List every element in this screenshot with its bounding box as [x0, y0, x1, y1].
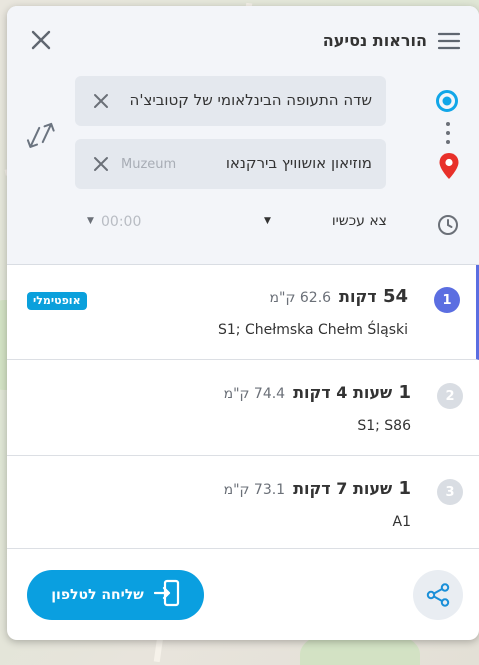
distance-value: 73.1 [253, 482, 286, 498]
departure-mode-label: צא עכשיו [331, 213, 387, 229]
distance-unit: ק"מ [223, 482, 250, 498]
origin-circle-icon [435, 89, 459, 113]
directions-form: הוראות נסיעה שדה התעופה הבינלאומי של קטו… [7, 6, 479, 265]
route-distance: 74.4 ק"מ [224, 386, 286, 402]
origin-input[interactable]: שדה התעופה הבינלאומי של קטוביצ'ה [130, 91, 372, 109]
duration-unit: דקות [339, 287, 377, 306]
duration-number: 54 [382, 286, 408, 307]
page-title: הוראות נסיעה [322, 31, 427, 50]
clear-destination-icon[interactable] [89, 152, 113, 176]
duration-unit: שעות 7 דקות [293, 479, 393, 498]
distance-value: 62.6 [299, 290, 332, 306]
clear-origin-icon[interactable] [89, 89, 113, 113]
route-distance: 73.1 ק"מ [224, 482, 286, 498]
route-duration: 1 שעות 4 דקות [293, 382, 411, 403]
route-summary: 1 שעות 7 דקות 73.1 ק"מ [224, 478, 411, 499]
route-index-badge: 1 [434, 287, 460, 313]
route-duration: 54 דקות [339, 286, 408, 307]
duration-number: 1 [398, 478, 411, 499]
route-index-badge: 3 [437, 479, 463, 505]
send-to-phone-button[interactable]: שליחה לטלפון [27, 570, 204, 620]
route-summary: 54 דקות 62.6 ק"מ [270, 286, 408, 307]
route-distance: 62.6 ק"מ [270, 290, 332, 306]
menu-icon[interactable] [435, 28, 463, 54]
route-index-badge: 2 [437, 383, 463, 409]
route-via: S1; Chełmska Chełm Śląski [218, 322, 408, 338]
share-icon[interactable] [413, 570, 463, 620]
destination-field[interactable]: מוזיאון אושוויץ בירקנאו Muzeum Auschwitz… [75, 139, 386, 189]
origin-field[interactable]: שדה התעופה הבינלאומי של קטוביצ'ה [75, 76, 386, 126]
distance-unit: ק"מ [269, 290, 296, 306]
directions-panel: הוראות נסיעה שדה התעופה הבינלאומי של קטו… [7, 6, 479, 640]
destination-input[interactable]: מוזיאון אושוויץ בירקנאו [226, 154, 372, 172]
duration-number: 1 [398, 382, 411, 403]
duration-unit: שעות 4 דקות [293, 383, 393, 402]
swap-icon[interactable] [25, 118, 57, 152]
departure-mode-select[interactable]: ▼ צא עכשיו [262, 210, 387, 238]
optimal-tag: אופטימלי [27, 292, 87, 310]
mode-dropdown-arrow-icon: ▼ [264, 216, 271, 226]
route-duration: 1 שעות 7 דקות [293, 478, 411, 499]
destination-pin-icon [437, 151, 461, 181]
close-icon[interactable] [27, 26, 55, 54]
route-option-3[interactable]: 3 1 שעות 7 דקות 73.1 ק"מ A1 [7, 457, 479, 549]
time-input[interactable]: 00:00 [101, 214, 141, 230]
route-option-1[interactable]: 1 54 דקות 62.6 ק"מ S1; Chełmska Chełm Śl… [7, 265, 479, 360]
route-summary: 1 שעות 4 דקות 74.4 ק"מ [224, 382, 411, 403]
route-option-2[interactable]: 2 1 שעות 4 דקות 74.4 ק"מ S1; S86 [7, 361, 479, 456]
time-selector[interactable]: ▼ 00:00 [85, 210, 155, 238]
distance-unit: ק"מ [223, 386, 250, 402]
clock-icon [436, 213, 460, 237]
send-to-phone-label: שליחה לטלפון [51, 587, 144, 603]
route-dots-icon [443, 120, 453, 146]
distance-value: 74.4 [253, 386, 286, 402]
destination-ghost-text: Muzeum Auschwitz Oświęcimia [121, 157, 179, 172]
time-dropdown-arrow-icon: ▼ [87, 216, 94, 226]
route-via: A1 [392, 514, 411, 530]
phone-send-icon [153, 579, 180, 611]
route-via: S1; S86 [357, 418, 411, 434]
